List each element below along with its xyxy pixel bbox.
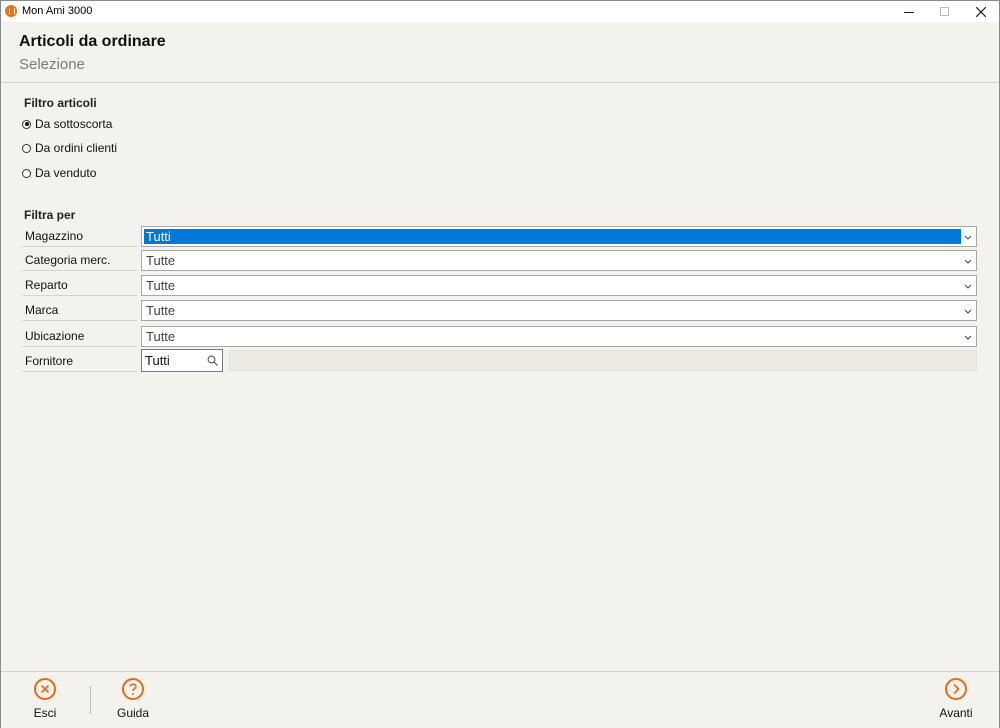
fornitore-input[interactable]: Tutti: [141, 349, 223, 372]
app-logo-icon: [5, 5, 17, 17]
page-subtitle: Selezione: [19, 56, 85, 73]
reparto-select[interactable]: Tutte: [141, 275, 977, 296]
magazzino-value: Tutti: [146, 229, 171, 244]
categoria-merc-label: Categoria merc.: [22, 250, 137, 271]
selection-highlight: [144, 229, 961, 244]
radio-da-ordini-clienti[interactable]: Da ordini clienti: [22, 139, 117, 157]
chevron-down-icon: [964, 259, 972, 264]
fornitore-value: Tutti: [145, 353, 170, 368]
radio-label: Da venduto: [35, 166, 97, 180]
page-header: Articoli da ordinare Selezione: [1, 22, 999, 83]
minimize-icon: [904, 11, 914, 13]
page-title: Articoli da ordinare: [19, 33, 166, 50]
marca-select[interactable]: Tutte: [141, 300, 977, 321]
avanti-label: Avanti: [939, 706, 973, 720]
ubicazione-label: Ubicazione: [22, 326, 137, 347]
marca-value: Tutte: [146, 303, 176, 318]
help-circle-icon: [122, 678, 144, 700]
fornitore-label: Fornitore: [22, 351, 137, 372]
search-icon[interactable]: [207, 355, 218, 366]
radio-da-venduto[interactable]: Da venduto: [22, 164, 96, 182]
minimize-button[interactable]: [891, 1, 927, 22]
filtro-articoli-heading: Filtro articoli: [24, 96, 97, 110]
esci-label: Esci: [33, 706, 57, 720]
close-window-button[interactable]: [963, 1, 999, 22]
footer-toolbar: Esci Guida Avanti: [1, 671, 999, 728]
close-circle-icon: [34, 678, 56, 700]
reparto-value: Tutte: [146, 278, 176, 293]
guida-label: Guida: [116, 706, 150, 720]
fornitore-description-field: [229, 350, 977, 371]
chevron-down-icon: [964, 309, 972, 314]
chevron-down-icon: [964, 235, 972, 240]
reparto-label: Reparto: [22, 275, 137, 296]
ubicazione-select[interactable]: Tutte: [141, 326, 977, 347]
chevron-down-icon: [964, 335, 972, 340]
marca-label: Marca: [22, 300, 137, 321]
categoria-merc-value: Tutte: [146, 253, 176, 268]
radio-button[interactable]: [22, 143, 31, 153]
categoria-merc-select[interactable]: Tutte: [141, 250, 977, 271]
radio-button-selected[interactable]: [22, 119, 31, 129]
maximize-icon: [940, 6, 949, 16]
radio-da-sottoscorta[interactable]: Da sottoscorta: [22, 115, 112, 133]
guida-button[interactable]: Guida: [103, 678, 163, 726]
title-bar: Mon Ami 3000: [1, 1, 999, 22]
maximize-button[interactable]: [927, 1, 963, 22]
avanti-button[interactable]: Avanti: [926, 678, 986, 726]
esci-button[interactable]: Esci: [15, 678, 75, 726]
radio-button[interactable]: [22, 168, 31, 178]
ubicazione-value: Tutte: [146, 329, 176, 344]
magazzino-select[interactable]: Tutti: [141, 226, 977, 247]
window-title: Mon Ami 3000: [22, 5, 93, 17]
radio-label: Da ordini clienti: [35, 141, 118, 155]
app-window: Mon Ami 3000 Articoli da ordinare Selezi…: [0, 0, 1000, 728]
close-icon: [976, 6, 986, 17]
magazzino-label: Magazzino: [22, 226, 137, 247]
arrow-right-circle-icon: [945, 678, 967, 700]
footer-separator: [90, 686, 91, 714]
filtra-per-heading: Filtra per: [24, 208, 76, 222]
radio-label: Da sottoscorta: [35, 117, 113, 131]
chevron-down-icon: [964, 284, 972, 289]
